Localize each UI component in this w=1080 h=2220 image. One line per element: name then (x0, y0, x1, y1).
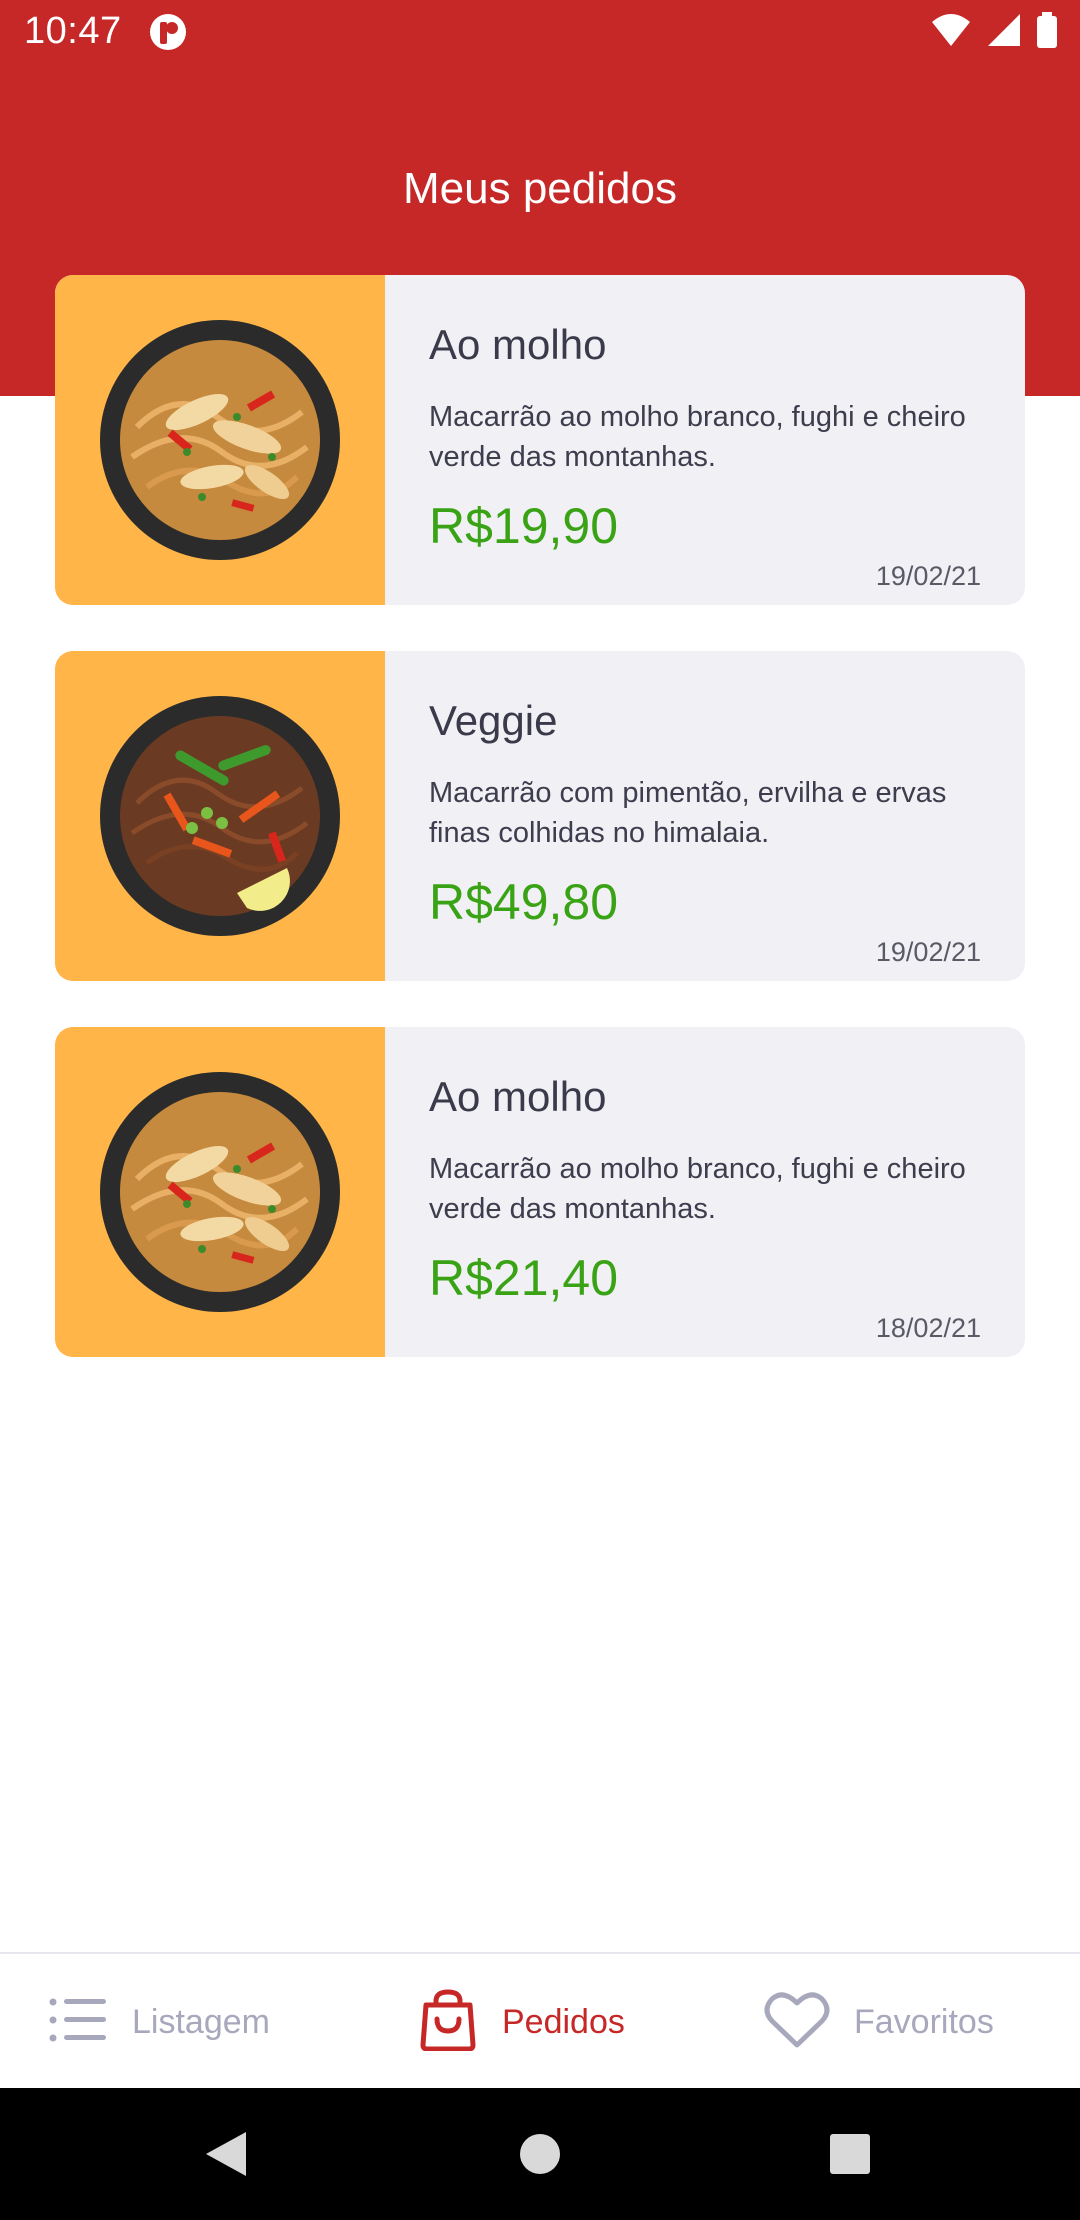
order-description: Macarrão ao molho branco, fughi e cheiro… (429, 401, 966, 473)
shopping-bag-icon (418, 1988, 478, 2056)
nav-item-favoritos[interactable]: Favoritos (764, 1954, 994, 2090)
order-name: Ao molho (429, 1073, 607, 1120)
order-card[interactable]: Ao molho Macarrão ao molho branco, fughi… (55, 275, 1025, 605)
status-bar: 10:47 (0, 0, 1080, 64)
signal-icon (986, 12, 1022, 53)
battery-icon (1036, 11, 1058, 53)
heart-icon (764, 1991, 830, 2054)
back-icon[interactable] (204, 2130, 248, 2183)
nav-label-pedidos: Pedidos (502, 2002, 625, 2041)
system-navigation-bar (0, 2088, 1080, 2220)
order-price: R$49,80 (429, 874, 619, 930)
orders-list: Ao molho Macarrão ao molho branco, fughi… (55, 275, 1025, 1403)
order-description: Macarrão ao molho branco, fughi e cheiro… (429, 1153, 966, 1225)
nav-item-pedidos[interactable]: Pedidos (418, 1954, 625, 2090)
order-date: 19/02/21 (875, 937, 981, 967)
nav-item-listagem[interactable]: Listagem (48, 1954, 270, 2090)
order-card[interactable]: Veggie Macarrão com pimentão, ervilha e … (55, 651, 1025, 981)
order-price: R$21,40 (429, 1250, 619, 1306)
chicken-noodles-bowl-image (100, 320, 340, 560)
order-image (55, 1027, 385, 1357)
home-icon[interactable] (518, 2130, 562, 2183)
order-description: Macarrão com pimentão, ervilha e ervas f… (429, 777, 947, 849)
order-name: Ao molho (429, 321, 607, 368)
order-image (55, 651, 385, 981)
nav-label-favoritos: Favoritos (854, 2002, 994, 2041)
order-date: 19/02/21 (875, 561, 981, 591)
order-date: 18/02/21 (875, 1313, 981, 1343)
status-time: 10:47 (24, 10, 122, 52)
veggie-noodles-bowl-image (100, 696, 340, 936)
order-price: R$19,90 (429, 498, 619, 554)
chicken-noodles-bowl-image (100, 1072, 340, 1312)
list-icon (48, 1996, 108, 2049)
nav-label-listagem: Listagem (132, 2002, 270, 2041)
order-name: Veggie (429, 697, 558, 744)
page-title: Meus pedidos (403, 164, 677, 213)
order-card[interactable]: Ao molho Macarrão ao molho branco, fughi… (55, 1027, 1025, 1357)
bottom-navigation: Listagem Pedidos Favoritos (0, 1952, 1080, 2090)
recent-apps-icon[interactable] (828, 2130, 872, 2183)
order-image (55, 275, 385, 605)
wifi-icon (930, 12, 972, 53)
app-notification-icon (148, 12, 188, 52)
